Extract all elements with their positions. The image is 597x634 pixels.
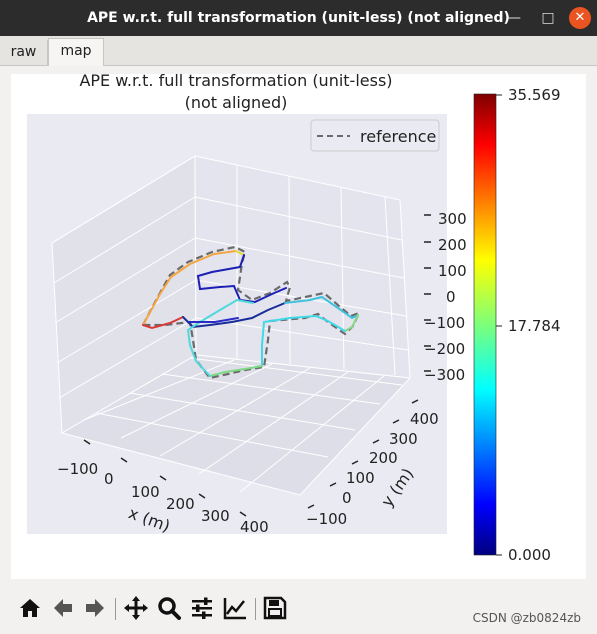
x-tick: 300 bbox=[201, 507, 230, 525]
x-tick: −100 bbox=[57, 460, 99, 478]
x-tick: 0 bbox=[104, 470, 114, 488]
legend-label: reference bbox=[360, 127, 437, 146]
y-tick: 300 bbox=[389, 430, 418, 448]
axes-panes bbox=[51, 155, 412, 496]
z-tick: −300 bbox=[424, 366, 466, 384]
z-tick: 300 bbox=[438, 210, 467, 228]
pan-icon[interactable] bbox=[122, 594, 150, 622]
y-tick: 200 bbox=[369, 449, 398, 467]
z-tick: 100 bbox=[438, 262, 467, 280]
z-tick-labels: 300 200 100 0 −100 −200 −300 bbox=[424, 206, 467, 388]
z-tick: 200 bbox=[438, 236, 467, 254]
x-tick: 200 bbox=[166, 495, 195, 513]
x-tick: 400 bbox=[240, 518, 269, 536]
y-tick: −100 bbox=[306, 510, 348, 528]
zoom-icon[interactable] bbox=[155, 594, 183, 622]
z-tick: −200 bbox=[424, 340, 466, 358]
z-tick: 0 bbox=[446, 288, 456, 306]
y-tick: 400 bbox=[410, 410, 439, 428]
edit-axis-icon[interactable] bbox=[221, 594, 249, 622]
configure-subplots-icon[interactable] bbox=[188, 594, 216, 622]
back-icon[interactable] bbox=[49, 594, 77, 622]
colorbar-max-label: 35.569 bbox=[508, 86, 561, 104]
home-icon[interactable] bbox=[16, 594, 44, 622]
toolbar-divider bbox=[115, 598, 116, 620]
z-tick: −100 bbox=[424, 314, 466, 332]
y-tick: 0 bbox=[342, 489, 352, 507]
toolbar-divider bbox=[255, 598, 256, 620]
y-tick: 100 bbox=[346, 469, 375, 487]
save-icon[interactable] bbox=[261, 594, 289, 622]
colorbar bbox=[473, 93, 497, 556]
forward-icon[interactable] bbox=[81, 594, 109, 622]
pane-back bbox=[194, 155, 411, 379]
x-tick: 100 bbox=[131, 483, 160, 501]
colorbar-ticks bbox=[496, 94, 502, 556]
watermark: CSDN @zb0824zb bbox=[472, 611, 581, 625]
colorbar-min-label: 0.000 bbox=[508, 546, 551, 564]
colorbar-mid-label: 17.784 bbox=[508, 317, 561, 335]
